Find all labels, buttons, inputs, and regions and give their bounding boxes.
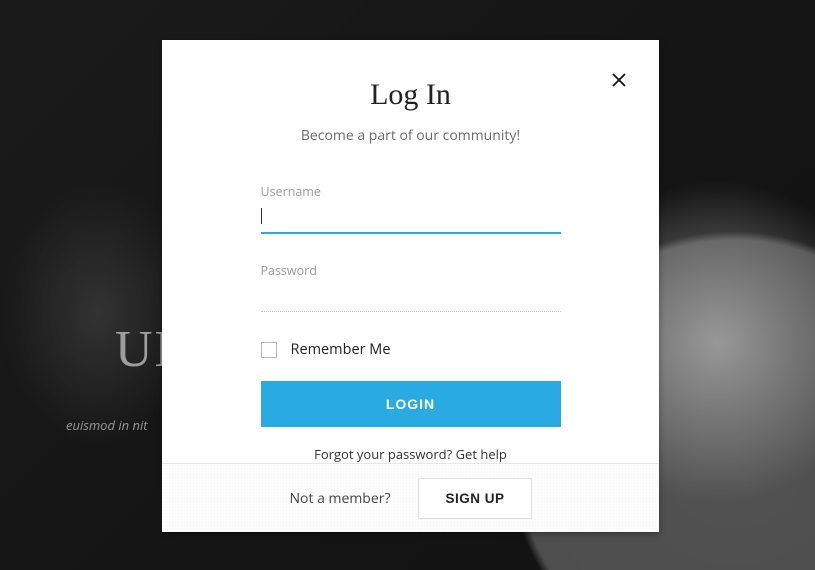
close-icon — [610, 71, 628, 89]
password-label: Password — [261, 262, 561, 279]
modal-footer: Not a member? SIGN UP — [162, 463, 659, 532]
password-field-wrapper: Password — [261, 262, 561, 312]
modal-title: Log In — [202, 78, 619, 112]
username-input[interactable] — [261, 202, 561, 234]
remember-me-row: Remember Me — [261, 340, 561, 359]
remember-me-checkbox[interactable] — [261, 342, 277, 358]
signup-button[interactable]: SIGN UP — [418, 478, 531, 519]
login-form: Username Password Remember Me LOGIN Forg… — [261, 183, 561, 463]
remember-me-label: Remember Me — [291, 340, 391, 359]
login-modal: Log In Become a part of our community! U… — [162, 40, 659, 532]
username-field-wrapper: Username — [261, 183, 561, 234]
modal-body: Log In Become a part of our community! U… — [162, 40, 659, 463]
signup-prompt: Not a member? — [290, 489, 391, 508]
modal-subtitle: Become a part of our community! — [202, 126, 619, 145]
login-button[interactable]: LOGIN — [261, 381, 561, 427]
forgot-password-link[interactable]: Forgot your password? Get help — [261, 445, 561, 463]
password-input[interactable] — [261, 281, 561, 312]
username-label: Username — [261, 183, 561, 200]
text-caret — [261, 208, 262, 224]
close-button[interactable] — [607, 68, 631, 92]
